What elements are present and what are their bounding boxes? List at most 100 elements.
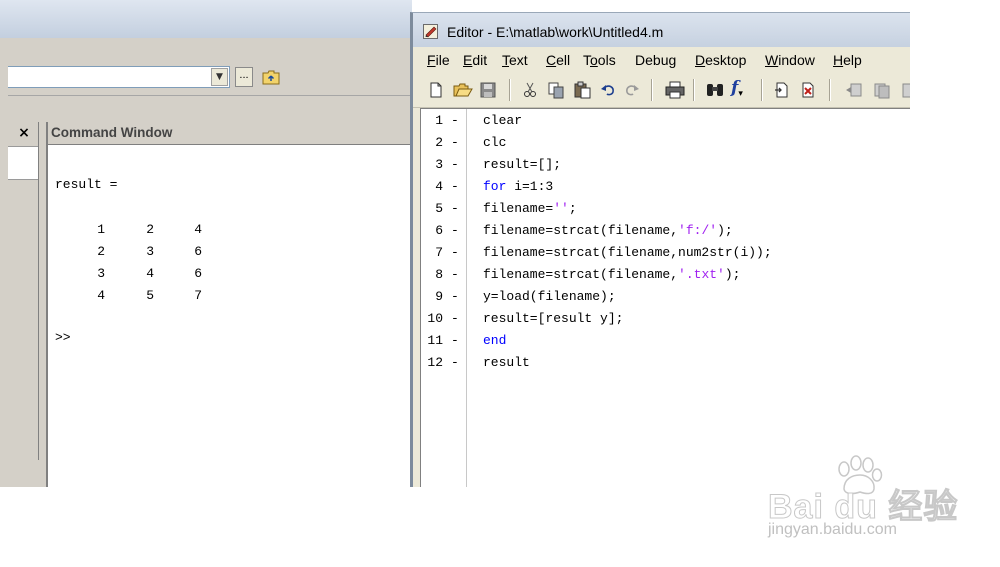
code-line[interactable]: result (483, 355, 530, 377)
toolbar-separator (509, 79, 511, 101)
menu-desktop[interactable]: Desktop (695, 52, 746, 68)
code-text: clear (483, 113, 523, 128)
code-line[interactable]: filename=''; (483, 201, 577, 223)
paste-icon[interactable] (573, 81, 591, 99)
code-text: filename=strcat(filename,num2str(i)); (483, 245, 772, 260)
code-text: i=1:3 (506, 179, 554, 194)
code-line[interactable]: for i=1:3 (483, 179, 553, 201)
code-line[interactable]: filename=strcat(filename,'f:/'); (483, 223, 733, 245)
dropdown-arrow-icon[interactable]: ▼ (211, 68, 228, 86)
code-text: result=[]; (483, 157, 562, 172)
find-icon[interactable] (705, 81, 723, 99)
save-icon[interactable] (479, 81, 497, 99)
side-pane-content[interactable] (8, 146, 38, 180)
breakpoint-marker[interactable]: - (451, 333, 459, 348)
undo-icon[interactable] (599, 81, 617, 99)
line-number: 6- (421, 223, 473, 245)
code-string: '' (553, 201, 569, 216)
command-window-header[interactable]: Command Window (48, 122, 412, 145)
breakpoint-marker[interactable]: - (451, 267, 459, 282)
insert-cell-icon[interactable] (773, 81, 791, 99)
code-text: result=[result y]; (483, 311, 624, 326)
line-number-value: 5 (435, 201, 443, 216)
toolbar-separator (829, 79, 831, 101)
function-icon[interactable]: f▾ (731, 79, 749, 99)
line-number-value: 6 (435, 223, 443, 238)
line-number-value: 10 (427, 311, 443, 326)
cell-next-icon[interactable] (873, 81, 891, 99)
line-number: 5- (421, 201, 473, 223)
browse-folder-button[interactable]: ... (235, 67, 253, 87)
breakpoint-marker[interactable]: - (451, 289, 459, 304)
menu-cell[interactable]: Cell (546, 52, 570, 68)
line-number-value: 2 (435, 135, 443, 150)
current-directory-combo[interactable]: ▼ (8, 66, 230, 88)
code-line[interactable]: result=[result y]; (483, 311, 623, 333)
editor-titlebar[interactable]: Editor - E:\matlab\work\Untitled4.m (413, 13, 910, 47)
open-folder-icon[interactable] (453, 81, 473, 99)
desktop-titlebar (0, 0, 412, 38)
code-line[interactable]: result=[]; (483, 157, 561, 179)
side-pane-header: × (8, 122, 38, 144)
line-number-value: 9 (435, 289, 443, 304)
breakpoint-marker[interactable]: - (451, 311, 459, 326)
go-up-folder-icon[interactable] (262, 69, 280, 85)
breakpoint-marker[interactable]: - (451, 355, 459, 370)
editor-code-area[interactable]: 1-2-3-4-5-6-7-8-9-10-11-12- clear clc resu… (420, 108, 910, 487)
breakpoint-marker[interactable]: - (451, 179, 459, 194)
line-number-value: 12 (427, 355, 443, 370)
command-window-output[interactable]: result = 1 2 4 2 3 6 3 4 6 4 5 7 >> (48, 145, 412, 487)
code-string: 'f:/' (678, 223, 718, 238)
toolbar-separator (761, 79, 763, 101)
line-number-value: 7 (435, 245, 443, 260)
matrix-cell: 6 (194, 244, 202, 259)
line-number-value: 11 (427, 333, 443, 348)
matrix-cell: 2 (97, 244, 105, 259)
code-line[interactable]: filename=strcat(filename,num2str(i)); (483, 245, 772, 267)
matrix-cell: 2 (146, 222, 154, 237)
command-window-panel: Command Window result = 1 2 4 2 3 6 3 4 6 4 5 7 >> (46, 122, 412, 487)
code-line[interactable]: end (483, 333, 506, 355)
menu-debug[interactable]: Debug (635, 52, 676, 68)
breakpoint-marker[interactable]: - (451, 223, 459, 238)
menu-text[interactable]: Text (502, 52, 528, 68)
breakpoint-marker[interactable]: - (451, 113, 459, 128)
line-number: 12- (421, 355, 473, 377)
command-prompt[interactable]: >> (55, 330, 71, 345)
close-icon[interactable]: × (16, 125, 32, 141)
code-keyword: for (483, 179, 507, 194)
editor-title: Editor - E:\matlab\work\Untitled4.m (447, 24, 664, 40)
menu-edit[interactable]: Edit (463, 52, 487, 68)
matrix-cell: 4 (97, 288, 105, 303)
code-line[interactable]: y=load(filename); (483, 289, 616, 311)
line-number: 1- (421, 113, 473, 135)
code-line[interactable]: clc (483, 135, 506, 157)
toolbar-separator (693, 79, 695, 101)
menu-file[interactable]: File (427, 52, 450, 68)
editor-window: Editor - E:\matlab\work\Untitled4.m File… (410, 12, 910, 487)
menu-tools[interactable]: Tools (583, 52, 616, 68)
breakpoint-marker[interactable]: - (451, 245, 459, 260)
cut-icon[interactable] (521, 81, 539, 99)
print-icon[interactable] (665, 81, 685, 99)
code-text: clc (483, 135, 507, 150)
menu-help[interactable]: Help (833, 52, 862, 68)
redo-icon[interactable] (623, 81, 641, 99)
code-line[interactable]: filename=strcat(filename,'.txt'); (483, 267, 740, 289)
new-file-icon[interactable] (427, 81, 445, 99)
line-number: 10- (421, 311, 473, 333)
code-line[interactable]: clear (483, 113, 522, 135)
matlab-desktop: ▼ ... × Command Window result = 1 2 4 2 3 6 3 4… (0, 0, 412, 487)
remove-cell-icon[interactable] (799, 81, 817, 99)
breakpoint-marker[interactable]: - (451, 135, 459, 150)
line-number: 3- (421, 157, 473, 179)
toolbar-overflow-icon[interactable] (901, 81, 910, 99)
breakpoint-marker[interactable]: - (451, 201, 459, 216)
breakpoint-marker[interactable]: - (451, 157, 459, 172)
matrix-cell: 4 (194, 222, 202, 237)
editor-toolbar: f▾ (413, 73, 910, 108)
menu-window[interactable]: Window (765, 52, 815, 68)
cell-prev-icon[interactable] (845, 81, 863, 99)
line-number-value: 4 (435, 179, 443, 194)
copy-icon[interactable] (547, 81, 565, 99)
